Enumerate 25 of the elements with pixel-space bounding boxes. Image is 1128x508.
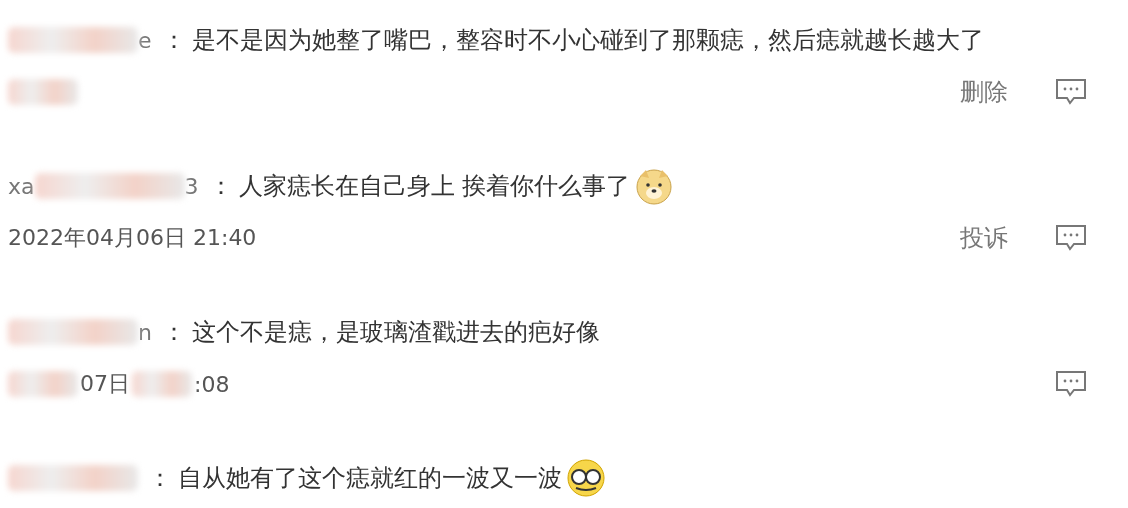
comment-text: 这个不是痣，是玻璃渣戳进去的疤好像 (191, 317, 600, 348)
username: n (138, 319, 152, 345)
comment-date: 2022年04月06日 21:40 (8, 224, 257, 252)
comment-icon[interactable] (1054, 369, 1088, 399)
comment-icon[interactable] (1054, 77, 1088, 107)
separator: ： (161, 25, 186, 56)
comment-icon[interactable] (1054, 223, 1088, 253)
separator: ： (161, 317, 186, 348)
comment-action-link[interactable]: 投诉 (960, 222, 1008, 254)
separator: ： (208, 171, 233, 202)
dog-face-icon (634, 166, 675, 206)
glasses-face-icon (566, 458, 606, 498)
comment-date: 07日 (80, 370, 130, 398)
blurred-patch (132, 371, 192, 397)
username: 3 (184, 173, 199, 199)
username: e (138, 27, 152, 53)
comment-text: 人家痣长在自己身上 挨着你什么事了 (238, 171, 631, 202)
comment-text: 自从她有了这个痣就红的一波又一波 (178, 463, 562, 494)
blurred-patch (8, 79, 78, 105)
username: xa (8, 173, 35, 199)
comment-action-link[interactable]: 删除 (960, 76, 1008, 108)
separator: ： (148, 463, 172, 494)
comment-date: :08 (194, 371, 230, 397)
comment-text: 是不是因为她整了嘴巴，整容时不小心碰到了那颗痣，然后痣就越长越大了 (191, 25, 984, 56)
blurred-patch (8, 371, 78, 397)
